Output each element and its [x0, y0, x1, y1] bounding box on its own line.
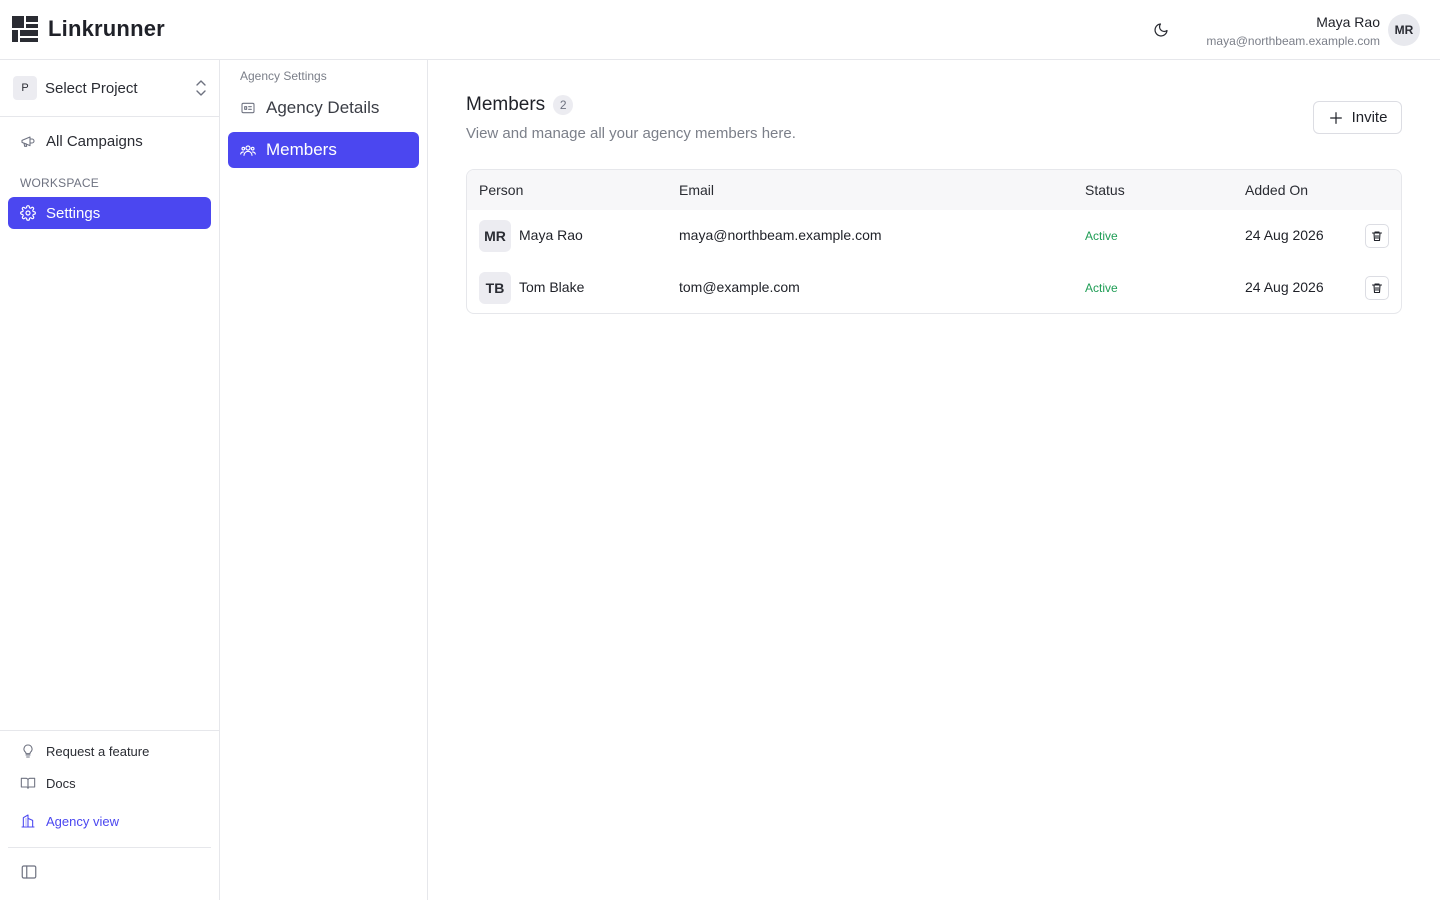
subnav-title: Agency Settings	[240, 69, 327, 83]
delete-member-button[interactable]	[1365, 276, 1389, 300]
chevron-up-down-icon	[196, 80, 206, 96]
column-header-email: Email	[679, 182, 715, 198]
member-name: Tom Blake	[519, 279, 585, 295]
column-header-added-on: Added On	[1245, 182, 1309, 198]
agency-view-link[interactable]: Agency view	[20, 813, 119, 829]
member-email: maya@northbeam.example.com	[679, 227, 882, 243]
megaphone-icon	[21, 136, 35, 147]
user-info[interactable]: Maya Rao maya@northbeam.example.com	[1206, 13, 1380, 49]
users-icon	[240, 145, 256, 156]
project-label: Select Project	[45, 79, 138, 97]
subnav-item-label: Agency Details	[266, 98, 380, 117]
subnav-item-agency-details[interactable]: Agency Details	[228, 90, 419, 126]
project-selector[interactable]: P Select Project	[0, 60, 219, 117]
section-label-workspace: WORKSPACE	[20, 176, 99, 190]
status-badge: Active	[1085, 281, 1118, 295]
trash-icon	[1371, 283, 1383, 294]
building-icon	[21, 814, 35, 828]
sidebar: P Select Project All Campaigns WORKSPACE…	[0, 60, 220, 900]
app-logo[interactable]: Linkrunner	[12, 16, 165, 42]
sidebar-item-label: All Campaigns	[46, 132, 143, 150]
id-card-icon	[241, 102, 255, 114]
top-bar: Linkrunner Maya Rao maya@northbeam.examp…	[0, 0, 1440, 60]
avatar: TB	[479, 272, 511, 304]
plus-icon	[1329, 111, 1342, 124]
delete-member-button[interactable]	[1365, 224, 1389, 248]
member-count-badge: 2	[553, 95, 574, 115]
sidebar-toggle-icon[interactable]	[20, 863, 38, 881]
members-table: Person Email Status Added On MR Maya Rao…	[466, 169, 1402, 314]
table-row: MR Maya Rao maya@northbeam.example.com A…	[467, 210, 1401, 262]
status-badge: Active	[1085, 229, 1118, 243]
invite-label: Invite	[1351, 109, 1388, 126]
sidebar-footer	[0, 730, 219, 731]
member-email: tom@example.com	[679, 279, 800, 295]
sidebar-item-label: Settings	[46, 204, 101, 222]
member-name: Maya Rao	[519, 227, 583, 243]
project-badge: P	[13, 76, 37, 100]
docs-link[interactable]: Docs	[20, 775, 76, 791]
user-name: Maya Rao	[1316, 14, 1380, 30]
column-header-status: Status	[1085, 182, 1125, 198]
table-row: TB Tom Blake tom@example.com Active 24 A…	[467, 262, 1401, 313]
sidebar-item-settings[interactable]: Settings	[8, 197, 211, 229]
added-on-date: 24 Aug 2026	[1245, 227, 1324, 243]
page-title: Members	[466, 94, 546, 115]
table-header: Person Email Status Added On	[467, 170, 1401, 210]
page-subtitle: View and manage all your agency members …	[466, 125, 796, 142]
request-feature-label: Request a feature	[46, 743, 150, 759]
app-name: Linkrunner	[48, 16, 165, 41]
book-icon	[20, 777, 36, 789]
page-header: Members 2	[466, 94, 574, 116]
avatar[interactable]: MR	[1388, 14, 1420, 46]
main-content: Members 2 View and manage all your agenc…	[428, 60, 1440, 900]
divider	[8, 847, 211, 848]
added-on-date: 24 Aug 2026	[1245, 279, 1324, 295]
subnav-item-members[interactable]: Members	[228, 132, 419, 168]
moon-icon[interactable]	[1149, 18, 1173, 42]
user-email: maya@northbeam.example.com	[1206, 34, 1380, 48]
logo-icon	[12, 16, 38, 42]
gear-icon	[20, 205, 36, 221]
settings-subnav: Agency Settings Agency Details Members	[220, 60, 428, 900]
avatar: MR	[479, 220, 511, 252]
subnav-item-label: Members	[266, 140, 337, 159]
docs-label: Docs	[46, 775, 76, 791]
trash-icon	[1371, 231, 1383, 242]
agency-view-label: Agency view	[46, 813, 119, 829]
column-header-person: Person	[479, 182, 524, 198]
request-feature-link[interactable]: Request a feature	[20, 743, 149, 759]
sidebar-item-all-campaigns[interactable]: All Campaigns	[8, 125, 211, 157]
lightbulb-icon	[23, 744, 33, 758]
invite-button[interactable]: Invite	[1313, 101, 1402, 134]
